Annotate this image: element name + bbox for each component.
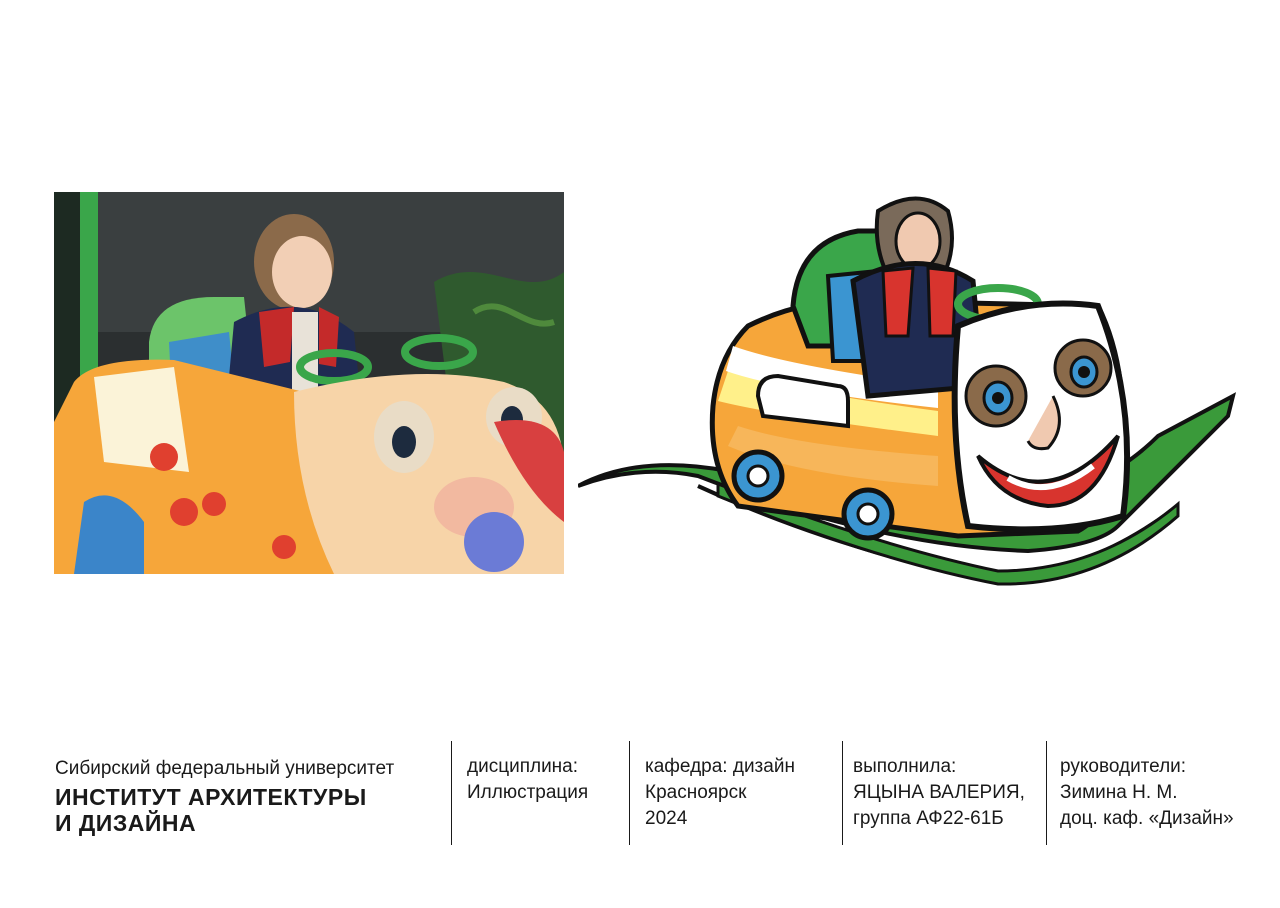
institute-line-1: ИНСТИТУТ АРХИТЕКТУРЫ <box>55 784 367 810</box>
supervisors-label: руководители: <box>1060 756 1187 777</box>
supervisors-block: руководители: Зимина Н. М. доц. каф. «Ди… <box>1060 754 1234 832</box>
author-block: выполнила: ЯЦЫНА ВАЛЕРИЯ, группа АФ22-61… <box>853 754 1025 832</box>
author-group: группа АФ22-61Б <box>853 808 1004 829</box>
institute-name: ИНСТИТУТ АРХИТЕКТУРЫ И ДИЗАЙНА <box>55 784 394 836</box>
city: Красноярск <box>645 782 747 803</box>
discipline-block: дисциплина: Иллюстрация <box>467 754 588 806</box>
supervisor-1: Зимина Н. М. <box>1060 782 1178 803</box>
divider <box>842 741 843 845</box>
divider <box>451 741 452 845</box>
reference-photo <box>54 192 564 574</box>
supervisor-2: доц. каф. «Дизайн» <box>1060 808 1234 829</box>
illustration-ride-car-with-face <box>578 196 1237 586</box>
institute-line-2: И ДИЗАЙНА <box>55 810 197 836</box>
divider <box>1046 741 1047 845</box>
university-block: Сибирский федеральный университет ИНСТИТ… <box>55 757 394 836</box>
year: 2024 <box>645 808 688 829</box>
university-name: Сибирский федеральный университет <box>55 758 395 779</box>
illustration <box>578 186 1238 596</box>
department-block: кафедра: дизайн Красноярск 2024 <box>645 754 795 832</box>
author-label: выполнила: <box>853 756 957 777</box>
department: кафедра: дизайн <box>645 756 795 777</box>
discipline-label: дисциплина: <box>467 756 579 777</box>
author-name: ЯЦЫНА ВАЛЕРИЯ, <box>853 782 1025 803</box>
divider <box>629 741 630 845</box>
photo-child-in-ride-car <box>54 192 564 574</box>
discipline-value: Иллюстрация <box>467 782 589 803</box>
